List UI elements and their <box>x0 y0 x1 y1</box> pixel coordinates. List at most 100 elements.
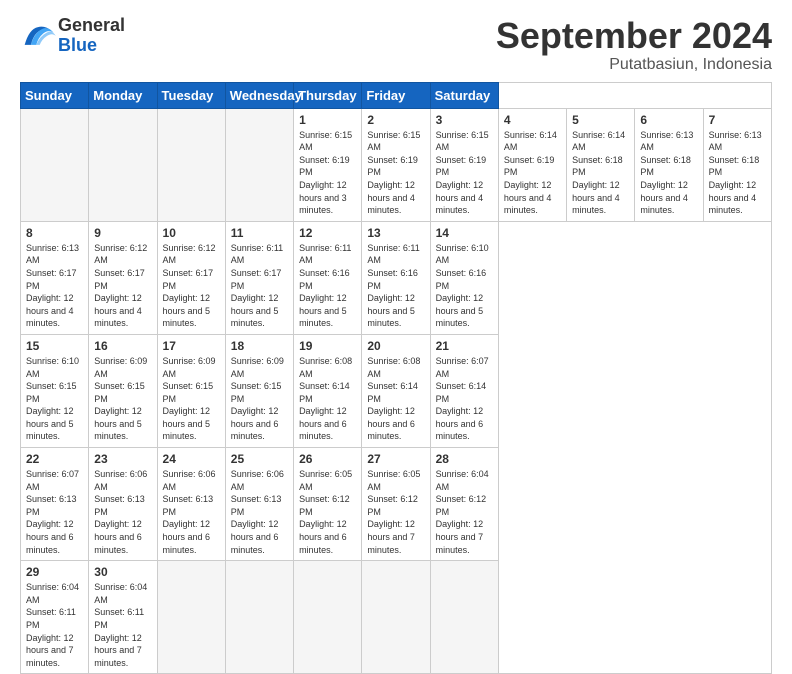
sunset: Sunset: 6:13 PM <box>231 494 282 517</box>
sunrise: Sunrise: 6:09 AM <box>163 356 216 379</box>
sunrise: Sunrise: 6:15 AM <box>299 130 352 153</box>
daylight: Daylight: 12 hours and 6 minutes. <box>231 406 279 441</box>
day-info: Sunrise: 6:04 AM Sunset: 6:11 PM Dayligh… <box>26 581 83 669</box>
sunrise: Sunrise: 6:11 AM <box>299 243 351 266</box>
sunrise: Sunrise: 6:09 AM <box>94 356 147 379</box>
daylight: Daylight: 12 hours and 5 minutes. <box>436 293 484 328</box>
calendar-cell: 23 Sunrise: 6:06 AM Sunset: 6:13 PM Dayl… <box>89 448 157 561</box>
calendar-cell: 27 Sunrise: 6:05 AM Sunset: 6:12 PM Dayl… <box>362 448 430 561</box>
daylight: Daylight: 12 hours and 5 minutes. <box>163 293 211 328</box>
day-number: 29 <box>26 565 83 579</box>
daylight: Daylight: 12 hours and 3 minutes. <box>299 180 347 215</box>
sunrise: Sunrise: 6:12 AM <box>94 243 147 266</box>
day-number: 22 <box>26 452 83 466</box>
daylight: Daylight: 12 hours and 4 minutes. <box>94 293 142 328</box>
calendar-header: Sunday Monday Tuesday Wednesday Thursday… <box>21 82 772 108</box>
calendar-week-1: 8 Sunrise: 6:13 AM Sunset: 6:17 PM Dayli… <box>21 221 772 334</box>
sunset: Sunset: 6:15 PM <box>94 381 145 404</box>
daylight: Daylight: 12 hours and 4 minutes. <box>709 180 757 215</box>
sunset: Sunset: 6:12 PM <box>299 494 350 517</box>
daylight: Daylight: 12 hours and 4 minutes. <box>26 293 74 328</box>
sunrise: Sunrise: 6:14 AM <box>504 130 557 153</box>
sunset: Sunset: 6:13 PM <box>163 494 214 517</box>
sunrise: Sunrise: 6:05 AM <box>367 469 420 492</box>
day-info: Sunrise: 6:12 AM Sunset: 6:17 PM Dayligh… <box>163 242 220 330</box>
day-number: 21 <box>436 339 493 353</box>
calendar-cell: 8 Sunrise: 6:13 AM Sunset: 6:17 PM Dayli… <box>21 221 89 334</box>
col-monday: Monday <box>89 82 157 108</box>
calendar-cell <box>430 561 498 674</box>
calendar-cell <box>225 561 293 674</box>
day-info: Sunrise: 6:04 AM Sunset: 6:11 PM Dayligh… <box>94 581 151 669</box>
calendar-cell: 6 Sunrise: 6:13 AM Sunset: 6:18 PM Dayli… <box>635 108 703 221</box>
sunset: Sunset: 6:17 PM <box>94 268 145 291</box>
calendar-cell: 29 Sunrise: 6:04 AM Sunset: 6:11 PM Dayl… <box>21 561 89 674</box>
day-info: Sunrise: 6:06 AM Sunset: 6:13 PM Dayligh… <box>231 468 288 556</box>
calendar-title: September 2024 <box>496 16 772 56</box>
sunrise: Sunrise: 6:15 AM <box>367 130 420 153</box>
day-info: Sunrise: 6:10 AM Sunset: 6:16 PM Dayligh… <box>436 242 493 330</box>
day-info: Sunrise: 6:06 AM Sunset: 6:13 PM Dayligh… <box>163 468 220 556</box>
daylight: Daylight: 12 hours and 6 minutes. <box>299 519 347 554</box>
calendar-cell: 1 Sunrise: 6:15 AM Sunset: 6:19 PM Dayli… <box>294 108 362 221</box>
calendar-cell: 22 Sunrise: 6:07 AM Sunset: 6:13 PM Dayl… <box>21 448 89 561</box>
calendar-table: Sunday Monday Tuesday Wednesday Thursday… <box>20 82 772 674</box>
day-number: 30 <box>94 565 151 579</box>
day-number: 27 <box>367 452 424 466</box>
sunrise: Sunrise: 6:11 AM <box>367 243 419 266</box>
day-number: 14 <box>436 226 493 240</box>
day-number: 23 <box>94 452 151 466</box>
col-saturday: Saturday <box>430 82 498 108</box>
sunset: Sunset: 6:12 PM <box>436 494 487 517</box>
logo-general: General <box>58 16 125 36</box>
daylight: Daylight: 12 hours and 6 minutes. <box>367 406 415 441</box>
daylight: Daylight: 12 hours and 5 minutes. <box>367 293 415 328</box>
day-number: 10 <box>163 226 220 240</box>
day-number: 20 <box>367 339 424 353</box>
calendar-cell: 30 Sunrise: 6:04 AM Sunset: 6:11 PM Dayl… <box>89 561 157 674</box>
calendar-cell: 10 Sunrise: 6:12 AM Sunset: 6:17 PM Dayl… <box>157 221 225 334</box>
daylight: Daylight: 12 hours and 4 minutes. <box>367 180 415 215</box>
sunrise: Sunrise: 6:13 AM <box>640 130 693 153</box>
day-number: 24 <box>163 452 220 466</box>
day-info: Sunrise: 6:13 AM Sunset: 6:17 PM Dayligh… <box>26 242 83 330</box>
calendar-cell: 19 Sunrise: 6:08 AM Sunset: 6:14 PM Dayl… <box>294 334 362 447</box>
page: General Blue September 2024 Putatbasiun,… <box>0 0 792 612</box>
calendar-body: 1 Sunrise: 6:15 AM Sunset: 6:19 PM Dayli… <box>21 108 772 674</box>
sunset: Sunset: 6:16 PM <box>436 268 487 291</box>
day-number: 13 <box>367 226 424 240</box>
sunrise: Sunrise: 6:06 AM <box>94 469 147 492</box>
day-number: 4 <box>504 113 561 127</box>
calendar-cell: 17 Sunrise: 6:09 AM Sunset: 6:15 PM Dayl… <box>157 334 225 447</box>
col-thursday: Thursday <box>294 82 362 108</box>
daylight: Daylight: 12 hours and 4 minutes. <box>640 180 688 215</box>
col-wednesday: Wednesday <box>225 82 293 108</box>
calendar-cell: 24 Sunrise: 6:06 AM Sunset: 6:13 PM Dayl… <box>157 448 225 561</box>
sunrise: Sunrise: 6:04 AM <box>436 469 489 492</box>
col-friday: Friday <box>362 82 430 108</box>
calendar-cell: 21 Sunrise: 6:07 AM Sunset: 6:14 PM Dayl… <box>430 334 498 447</box>
day-info: Sunrise: 6:09 AM Sunset: 6:15 PM Dayligh… <box>94 355 151 443</box>
sunset: Sunset: 6:19 PM <box>436 155 487 178</box>
sunset: Sunset: 6:14 PM <box>367 381 418 404</box>
daylight: Daylight: 12 hours and 5 minutes. <box>26 406 74 441</box>
sunrise: Sunrise: 6:04 AM <box>26 582 79 605</box>
sunset: Sunset: 6:17 PM <box>231 268 282 291</box>
sunset: Sunset: 6:18 PM <box>709 155 760 178</box>
calendar-week-4: 29 Sunrise: 6:04 AM Sunset: 6:11 PM Dayl… <box>21 561 772 674</box>
day-info: Sunrise: 6:11 AM Sunset: 6:16 PM Dayligh… <box>299 242 356 330</box>
daylight: Daylight: 12 hours and 7 minutes. <box>26 633 74 668</box>
calendar-week-0: 1 Sunrise: 6:15 AM Sunset: 6:19 PM Dayli… <box>21 108 772 221</box>
day-number: 26 <box>299 452 356 466</box>
day-info: Sunrise: 6:06 AM Sunset: 6:13 PM Dayligh… <box>94 468 151 556</box>
sunrise: Sunrise: 6:10 AM <box>436 243 489 266</box>
daylight: Daylight: 12 hours and 5 minutes. <box>231 293 279 328</box>
calendar-cell <box>225 108 293 221</box>
calendar-cell: 18 Sunrise: 6:09 AM Sunset: 6:15 PM Dayl… <box>225 334 293 447</box>
daylight: Daylight: 12 hours and 4 minutes. <box>436 180 484 215</box>
day-number: 5 <box>572 113 629 127</box>
sunrise: Sunrise: 6:12 AM <box>163 243 216 266</box>
sunrise: Sunrise: 6:07 AM <box>436 356 489 379</box>
daylight: Daylight: 12 hours and 7 minutes. <box>94 633 142 668</box>
sunset: Sunset: 6:12 PM <box>367 494 418 517</box>
